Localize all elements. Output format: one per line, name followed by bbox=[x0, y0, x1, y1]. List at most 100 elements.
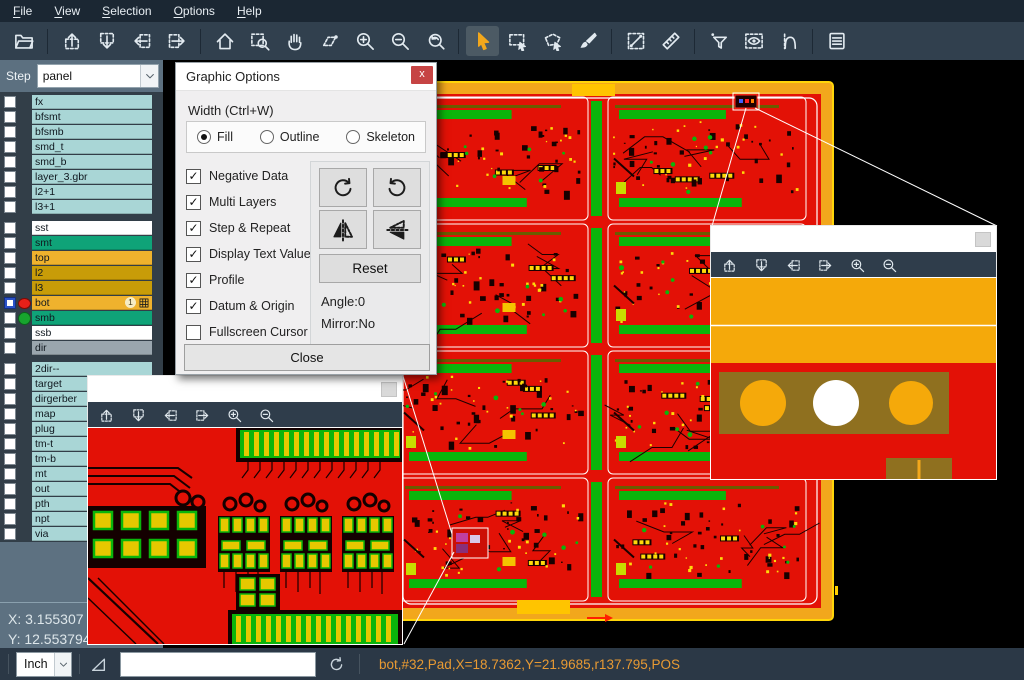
layer-visibility-checkbox[interactable] bbox=[4, 186, 16, 198]
layer-name[interactable]: smt bbox=[32, 236, 152, 250]
pan-left-button[interactable] bbox=[784, 256, 802, 274]
window-button[interactable] bbox=[381, 382, 397, 397]
unit-select[interactable]: Inch bbox=[16, 652, 72, 677]
layer-visibility-checkbox[interactable] bbox=[4, 393, 16, 405]
layer-visibility-checkbox[interactable] bbox=[4, 342, 16, 354]
layer-visibility-checkbox[interactable] bbox=[4, 408, 16, 420]
checkbox-multi-layers[interactable]: ✓Multi Layers bbox=[186, 189, 311, 215]
ruler-button[interactable] bbox=[654, 26, 687, 56]
pan-down-button[interactable] bbox=[129, 406, 147, 424]
pan-left-button[interactable] bbox=[161, 406, 179, 424]
close-icon[interactable]: x bbox=[411, 66, 433, 84]
rotate-cw-button[interactable] bbox=[319, 168, 367, 207]
select-rect-button[interactable] bbox=[501, 26, 534, 56]
layer-name[interactable]: l3+1 bbox=[32, 200, 152, 214]
layer-visibility-checkbox[interactable] bbox=[4, 237, 16, 249]
checkbox-fullscreen-cursor[interactable]: Fullscreen Cursor bbox=[186, 319, 311, 345]
close-button[interactable]: Close bbox=[184, 344, 430, 371]
hand-button[interactable] bbox=[278, 26, 311, 56]
pan-right-button[interactable] bbox=[193, 406, 211, 424]
layer-name[interactable]: 2dir-- bbox=[32, 362, 152, 376]
reset-button[interactable]: Reset bbox=[319, 254, 421, 283]
layer-name[interactable]: bfsmb bbox=[32, 125, 152, 139]
step-select[interactable]: panel bbox=[37, 64, 159, 88]
pan-up-button[interactable] bbox=[55, 26, 88, 56]
layer-visibility-checkbox[interactable] bbox=[4, 267, 16, 279]
filter-button[interactable] bbox=[702, 26, 735, 56]
pan-right-button[interactable] bbox=[816, 256, 834, 274]
layer-visibility-checkbox[interactable] bbox=[4, 438, 16, 450]
mirror-vertical-button[interactable] bbox=[373, 210, 421, 249]
checkbox-datum-origin[interactable]: ✓Datum & Origin bbox=[186, 293, 311, 319]
checkbox-display-text-value[interactable]: ✓Display Text Value bbox=[186, 241, 311, 267]
angle-tool-icon[interactable] bbox=[90, 656, 107, 673]
layer-visibility-checkbox[interactable] bbox=[4, 96, 16, 108]
radio-fill[interactable]: Fill bbox=[197, 130, 233, 144]
zoom-out-button[interactable] bbox=[383, 26, 416, 56]
command-input[interactable] bbox=[120, 652, 316, 677]
refresh-icon[interactable] bbox=[328, 656, 345, 673]
layer-visibility-checkbox[interactable] bbox=[4, 282, 16, 294]
layer-visibility-checkbox[interactable] bbox=[4, 528, 16, 540]
dialog-titlebar[interactable]: Graphic Options x bbox=[176, 63, 436, 91]
layer-name[interactable]: sst bbox=[32, 221, 152, 235]
zoom-out-button[interactable] bbox=[880, 256, 898, 274]
zoom-out-button[interactable] bbox=[257, 406, 275, 424]
layer-visibility-checkbox[interactable] bbox=[4, 363, 16, 375]
checkbox-profile[interactable]: ✓Profile bbox=[186, 267, 311, 293]
mirror-horizontal-button[interactable] bbox=[319, 210, 367, 249]
layer-visibility-checkbox[interactable] bbox=[4, 378, 16, 390]
zoom-window-titlebar[interactable] bbox=[88, 376, 402, 402]
open-button[interactable] bbox=[7, 26, 40, 56]
window-button[interactable] bbox=[975, 232, 991, 247]
layer-name[interactable]: dir bbox=[32, 341, 152, 355]
report-button[interactable] bbox=[820, 26, 853, 56]
zoom-window-titlebar[interactable] bbox=[711, 226, 996, 252]
layer-name[interactable]: bot1 bbox=[32, 296, 152, 310]
rotate-ccw-button[interactable] bbox=[373, 168, 421, 207]
layer-visibility-checkbox[interactable] bbox=[4, 423, 16, 435]
layer-visibility-checkbox[interactable] bbox=[4, 156, 16, 168]
select-poly-button[interactable] bbox=[536, 26, 569, 56]
menu-help[interactable]: Help bbox=[226, 0, 273, 22]
layer-visibility-checkbox[interactable] bbox=[4, 312, 16, 324]
menu-options[interactable]: Options bbox=[163, 0, 226, 22]
layer-visibility-checkbox[interactable] bbox=[4, 468, 16, 480]
menu-selection[interactable]: Selection bbox=[91, 0, 162, 22]
layer-visibility-checkbox[interactable] bbox=[4, 222, 16, 234]
layer-name[interactable]: fx bbox=[32, 95, 152, 109]
pan-up-button[interactable] bbox=[720, 256, 738, 274]
layer-name[interactable]: l3 bbox=[32, 281, 152, 295]
zoom-in-button[interactable] bbox=[848, 256, 866, 274]
layer-visibility-checkbox[interactable] bbox=[4, 453, 16, 465]
eye-button[interactable] bbox=[737, 26, 770, 56]
layer-name[interactable]: ssb bbox=[32, 326, 152, 340]
layer-visibility-checkbox[interactable] bbox=[4, 141, 16, 153]
layer-visibility-checkbox[interactable] bbox=[4, 126, 16, 138]
pan-down-button[interactable] bbox=[752, 256, 770, 274]
zoom-window-right[interactable] bbox=[710, 225, 997, 478]
layer-name[interactable]: l2+1 bbox=[32, 185, 152, 199]
pan-down-button[interactable] bbox=[90, 26, 123, 56]
layer-name[interactable]: smd_t bbox=[32, 140, 152, 154]
zoom-window-bottom-left[interactable] bbox=[87, 375, 403, 645]
zoom-in-button[interactable] bbox=[348, 26, 381, 56]
select-button[interactable] bbox=[466, 26, 499, 56]
pan-up-button[interactable] bbox=[97, 406, 115, 424]
radio-outline[interactable]: Outline bbox=[260, 130, 320, 144]
radio-skeleton[interactable]: Skeleton bbox=[346, 130, 415, 144]
layer-visibility-checkbox[interactable] bbox=[4, 201, 16, 213]
layer-name[interactable]: bfsmt bbox=[32, 110, 152, 124]
checkbox-negative-data[interactable]: ✓Negative Data bbox=[186, 163, 311, 189]
menu-file[interactable]: File bbox=[2, 0, 43, 22]
layer-visibility-checkbox[interactable] bbox=[4, 171, 16, 183]
menu-view[interactable]: View bbox=[43, 0, 91, 22]
layer-visibility-checkbox[interactable] bbox=[4, 111, 16, 123]
drag-view-button[interactable] bbox=[313, 26, 346, 56]
layer-visibility-checkbox[interactable] bbox=[4, 297, 16, 309]
brush-button[interactable] bbox=[571, 26, 604, 56]
layer-visibility-checkbox[interactable] bbox=[4, 498, 16, 510]
layer-name[interactable]: l2 bbox=[32, 266, 152, 280]
layer-visibility-checkbox[interactable] bbox=[4, 327, 16, 339]
snap-button[interactable] bbox=[772, 26, 805, 56]
